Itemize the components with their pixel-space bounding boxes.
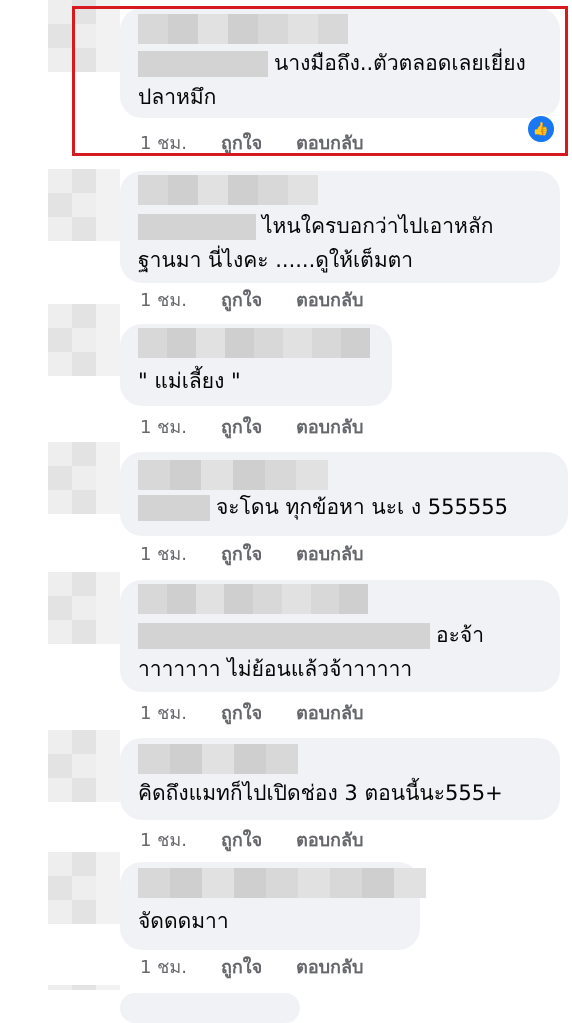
- comment-time[interactable]: 1 ชม.: [140, 952, 187, 981]
- avatar[interactable]: [48, 730, 120, 802]
- author-name-blurred[interactable]: [138, 584, 368, 614]
- like-button[interactable]: ถูกใจ: [221, 539, 262, 568]
- comment-bubble: อะจ้า าาาาาาา ไม่ย้อนแล้วจ้าาาาาา: [120, 580, 560, 692]
- comment-time[interactable]: 1 ชม.: [140, 412, 187, 441]
- comment-text-line: อะจ้า: [436, 623, 484, 647]
- comment-actions: 1 ชม. ถูกใจ ตอบกลับ: [140, 825, 363, 854]
- comment-bubble: จัดดดมาา: [120, 862, 426, 950]
- comment-bubble: ไหนใครบอกว่าไปเอาหลัก ฐานมา นี่ไงคะ ....…: [120, 171, 560, 283]
- author-name-blurred[interactable]: [138, 460, 329, 490]
- comment-text: อะจ้า: [138, 616, 538, 654]
- comment-time[interactable]: 1 ชม.: [140, 825, 187, 854]
- comment-actions: 1 ชม. ถูกใจ ตอบกลับ: [140, 412, 363, 441]
- reply-button[interactable]: ตอบกลับ: [296, 952, 363, 981]
- highlight-frame: [72, 6, 568, 156]
- reply-button[interactable]: ตอบกลับ: [296, 285, 363, 314]
- avatar[interactable]: [48, 572, 120, 644]
- comment-actions: 1 ชม. ถูกใจ ตอบกลับ: [140, 285, 363, 314]
- comment-text-line: คิดถึงแมทก็ไปเปิดช่อง 3 ตอนนี้นะ555+: [138, 781, 503, 805]
- avatar[interactable]: [48, 852, 120, 924]
- like-button[interactable]: ถูกใจ: [221, 952, 262, 981]
- reply-button[interactable]: ตอบกลับ: [296, 412, 363, 441]
- comment-text-line: าาาาาาา ไม่ย้อนแล้วจ้าาาาาา: [138, 657, 413, 681]
- author-name-blurred[interactable]: [138, 328, 370, 358]
- reply-button[interactable]: ตอบกลับ: [296, 825, 363, 854]
- comment-text-line: " แม่เลี้ยง ": [138, 369, 241, 393]
- like-button[interactable]: ถูกใจ: [221, 412, 262, 441]
- comment-text-line: ฐานมา นี่ไงคะ ......ดูให้เต็มตา: [138, 248, 414, 272]
- avatar[interactable]: [48, 442, 120, 514]
- comment-bubble: " แม่เลี้ยง ": [120, 324, 392, 406]
- comment-actions: 1 ชม. ถูกใจ ตอบกลับ: [140, 698, 363, 727]
- comment-text-line: จัดดดมาา: [138, 909, 229, 933]
- reply-button[interactable]: ตอบกลับ: [296, 698, 363, 727]
- like-button[interactable]: ถูกใจ: [221, 825, 262, 854]
- comment-bubble: [120, 993, 300, 1023]
- comment-text: จะโดน ทุกข้อหา นะเ ง 555555: [138, 488, 546, 526]
- comment-time[interactable]: 1 ชม.: [140, 285, 187, 314]
- comment-bubble: คิดถึงแมทก็ไปเปิดช่อง 3 ตอนนี้นะ555+: [120, 738, 560, 820]
- like-button[interactable]: ถูกใจ: [221, 285, 262, 314]
- comment-text-line: จะโดน ทุกข้อหา นะเ ง 555555: [216, 495, 508, 519]
- comment-actions: 1 ชม. ถูกใจ ตอบกลับ: [140, 952, 363, 981]
- author-name-blurred[interactable]: [138, 744, 298, 774]
- comment-time[interactable]: 1 ชม.: [140, 539, 187, 568]
- author-name-blurred[interactable]: [138, 868, 428, 898]
- comment-text: ไหนใครบอกว่าไปเอาหลัก: [138, 207, 538, 245]
- avatar[interactable]: [48, 304, 120, 376]
- reply-button[interactable]: ตอบกลับ: [296, 539, 363, 568]
- comment-actions: 1 ชม. ถูกใจ ตอบกลับ: [140, 539, 363, 568]
- author-name-blurred[interactable]: [138, 175, 318, 205]
- like-button[interactable]: ถูกใจ: [221, 698, 262, 727]
- comment-bubble: จะโดน ทุกข้อหา นะเ ง 555555: [120, 452, 568, 536]
- comment-text-line: ไหนใครบอกว่าไปเอาหลัก: [262, 214, 494, 238]
- comment-time[interactable]: 1 ชม.: [140, 698, 187, 727]
- avatar[interactable]: [48, 985, 120, 1000]
- avatar[interactable]: [48, 169, 120, 241]
